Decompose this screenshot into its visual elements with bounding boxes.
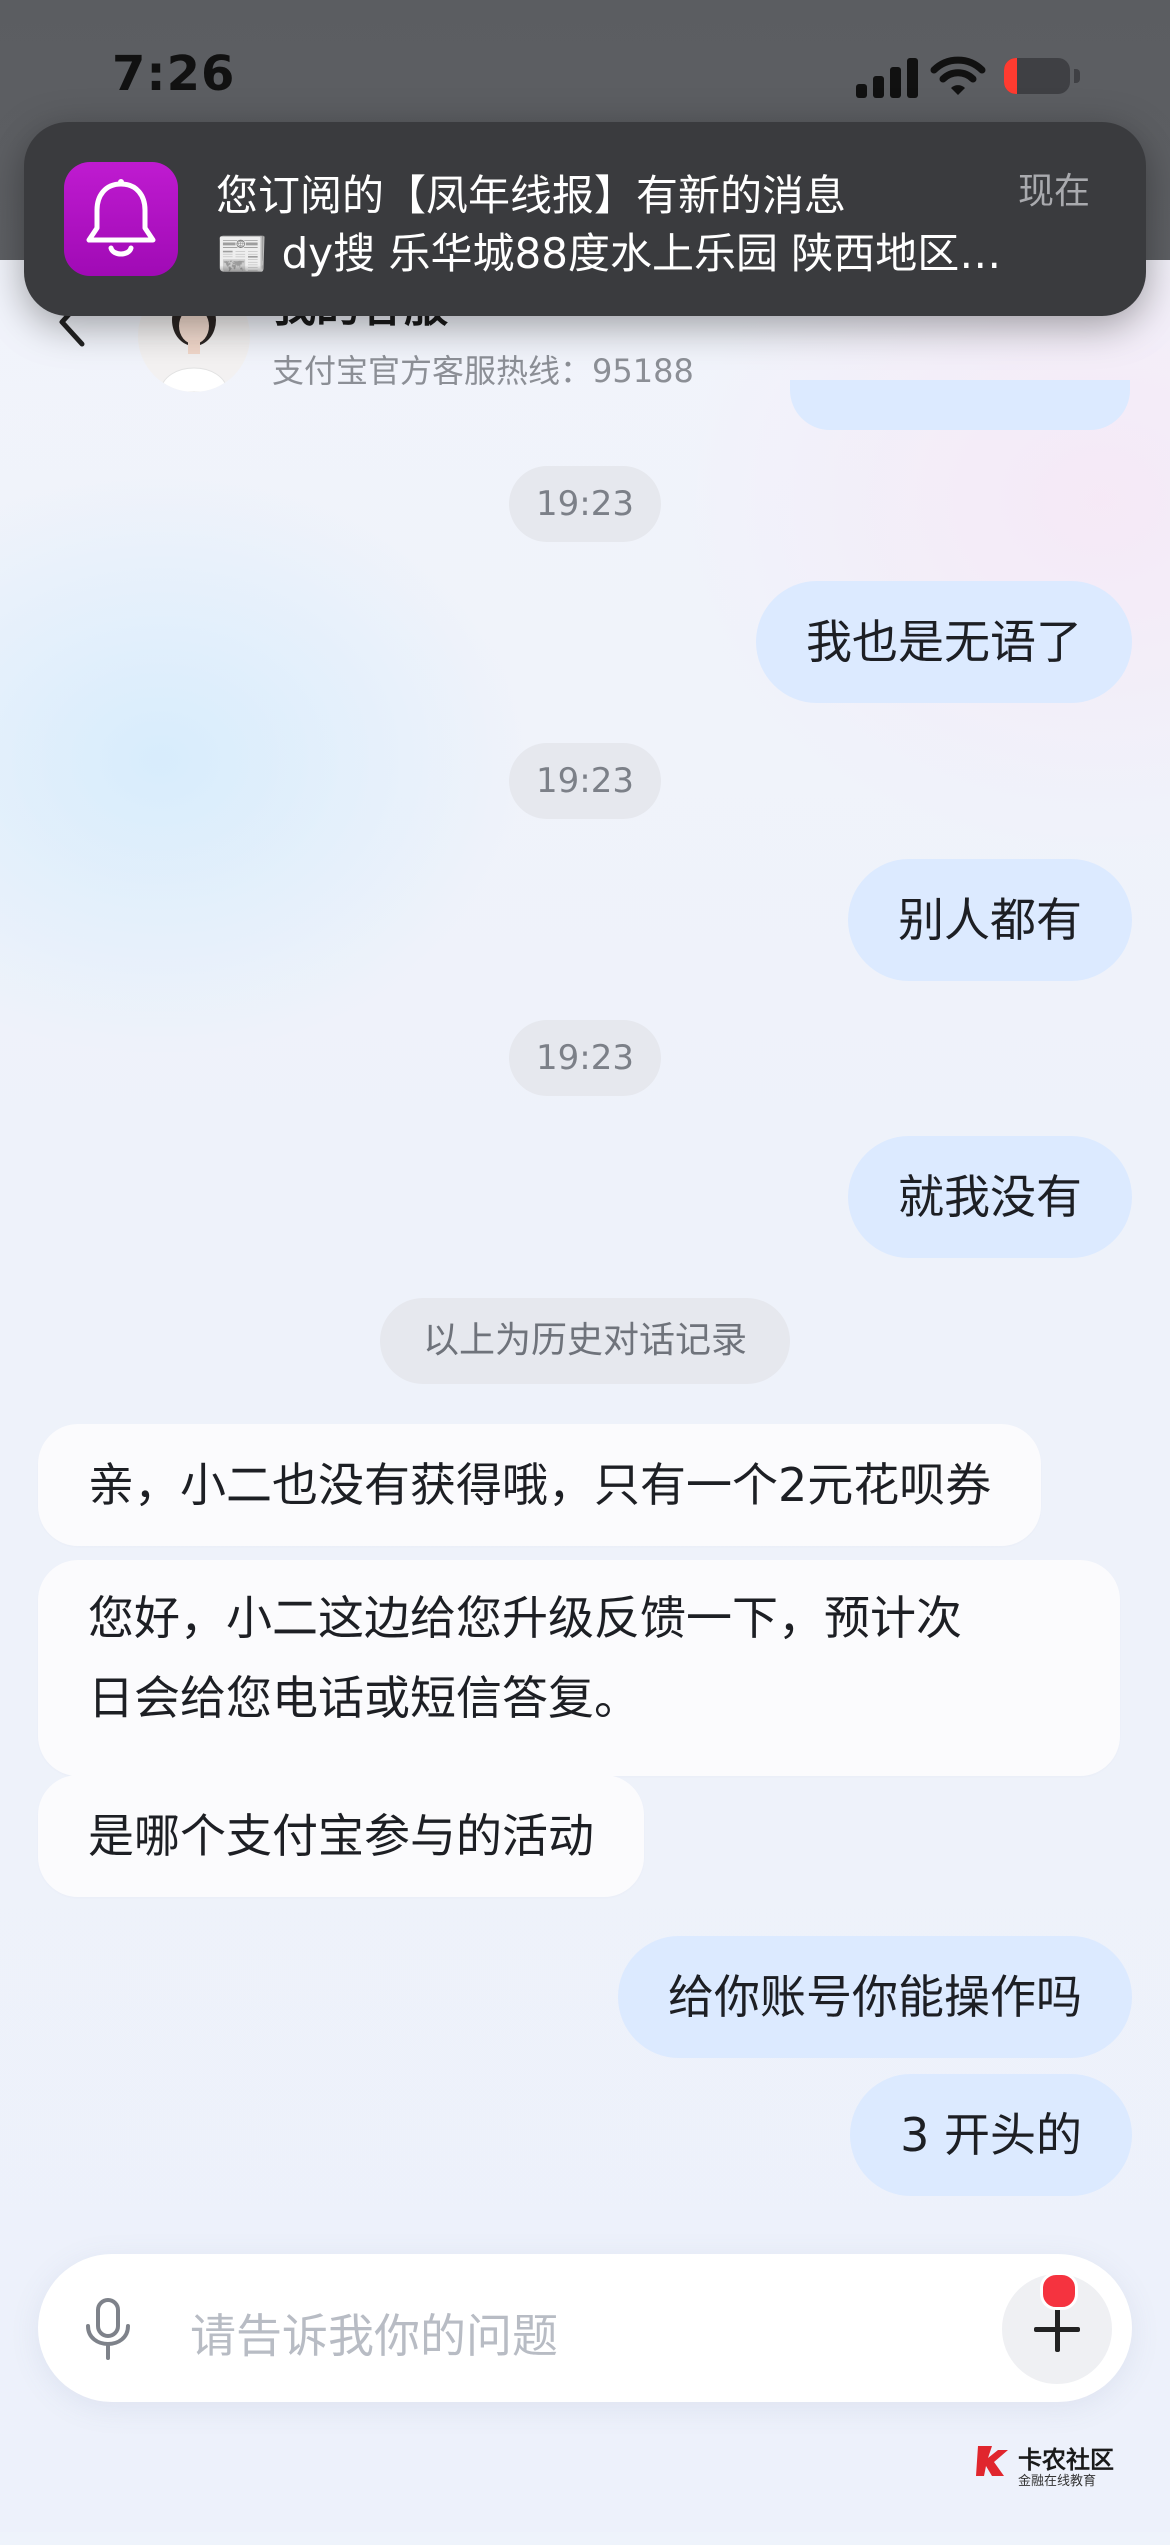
user-message[interactable]: 我也是无语了 [756, 581, 1132, 703]
push-notification-banner[interactable]: 您订阅的【凤年线报】有新的消息 📰 dy搜 乐华城88度水上乐园 陕西地区… 现… [24, 122, 1146, 316]
timestamp: 19:23 [509, 1020, 661, 1096]
agent-message[interactable]: 亲，小二也没有获得哦，只有一个2元花呗券 [38, 1424, 1042, 1546]
watermark: 卡农社区 金融在线教育 [974, 2440, 1154, 2500]
timestamp: 19:23 [509, 743, 661, 819]
history-divider: 以上为历史对话记录 [380, 1298, 790, 1384]
message-input[interactable]: 请告诉我你的问题 [190, 2300, 558, 2366]
watermark-subtitle: 金融在线教育 [1018, 2474, 1097, 2489]
notification-title: 您订阅的【凤年线报】有新的消息 [216, 171, 847, 220]
notification-badge [1040, 2272, 1078, 2310]
agent-message-line: 您好，小二这边给您升级反馈一下，预计次 [88, 1591, 962, 1645]
notification-body: 📰 dy搜 乐华城88度水上乐园 陕西地区… [216, 229, 1002, 278]
user-message[interactable]: 3 开头的 [850, 2074, 1132, 2196]
agent-message[interactable]: 您好，小二这边给您升级反馈一下，预计次 日会给您电话或短信答复。 [38, 1560, 1120, 1776]
wifi-icon [930, 54, 986, 98]
agent-message-line: 日会给您电话或短信答复。 [88, 1671, 640, 1725]
previous-message-bubble [790, 380, 1130, 430]
user-message[interactable]: 别人都有 [848, 859, 1132, 981]
user-message[interactable]: 给你账号你能操作吗 [618, 1936, 1132, 2058]
timestamp: 19:23 [509, 466, 661, 542]
agent-message[interactable]: 是哪个支付宝参与的活动 [38, 1775, 644, 1897]
cellular-signal-icon [856, 58, 920, 98]
hotline-text: 支付宝官方客服热线：95188 [272, 352, 694, 390]
microphone-icon[interactable] [82, 2296, 134, 2362]
status-time: 7:26 [112, 46, 236, 102]
watermark-logo-icon [974, 2440, 1014, 2480]
message-composer: 请告诉我你的问题 [38, 2254, 1132, 2402]
bell-icon [64, 162, 178, 276]
battery-icon [1004, 58, 1080, 96]
user-message[interactable]: 就我没有 [848, 1136, 1132, 1258]
notification-time: 现在 [1018, 171, 1091, 212]
